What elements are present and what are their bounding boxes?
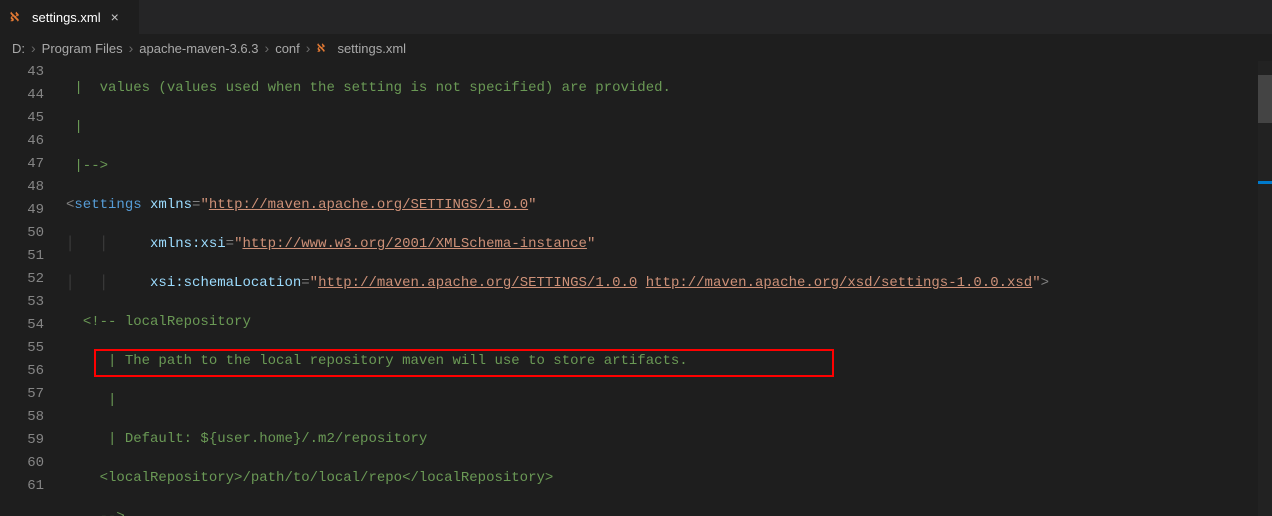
code-area[interactable]: | values (values used when the setting i… xyxy=(66,61,1272,516)
line-number: 56 xyxy=(0,360,44,383)
line-number-gutter: 43444546474849505152535455565758596061 xyxy=(0,61,66,516)
svg-text:ℵ: ℵ xyxy=(317,43,326,55)
line-number: 45 xyxy=(0,107,44,130)
code-text: settings xyxy=(74,197,141,213)
breadcrumb-part[interactable]: settings.xml xyxy=(337,41,406,56)
code-text: http://maven.apache.org/SETTINGS/1.0.0 xyxy=(318,275,637,291)
code-text: http://maven.apache.org/SETTINGS/1.0.0 xyxy=(209,197,528,213)
line-number: 60 xyxy=(0,452,44,475)
chevron-right-icon: › xyxy=(263,40,272,56)
line-number: 57 xyxy=(0,383,44,406)
editor[interactable]: 43444546474849505152535455565758596061 |… xyxy=(0,61,1272,516)
line-number: 51 xyxy=(0,245,44,268)
line-number: 54 xyxy=(0,314,44,337)
line-number: 61 xyxy=(0,475,44,498)
line-number: 58 xyxy=(0,406,44,429)
tab-title: settings.xml xyxy=(32,10,101,25)
line-number: 55 xyxy=(0,337,44,360)
tab-bar: ℵ settings.xml × xyxy=(0,0,1272,35)
code-text: <localRepository>/path/to/local/repo</lo… xyxy=(83,470,553,486)
scrollbar-marker xyxy=(1258,181,1272,184)
scrollbar-thumb[interactable] xyxy=(1258,75,1272,123)
xml-file-icon: ℵ xyxy=(316,41,331,56)
xml-file-icon: ℵ xyxy=(10,9,26,25)
line-number: 49 xyxy=(0,199,44,222)
code-text: | xyxy=(83,392,117,408)
code-text: xmlns xyxy=(150,197,192,213)
code-text: | Default: ${user.home}/.m2/repository xyxy=(83,431,427,447)
breadcrumb: D: › Program Files › apache-maven-3.6.3 … xyxy=(0,35,1272,61)
code-text: http://maven.apache.org/xsd/settings-1.0… xyxy=(646,275,1032,291)
chevron-right-icon: › xyxy=(127,40,136,56)
line-number: 52 xyxy=(0,268,44,291)
line-number: 43 xyxy=(0,61,44,84)
code-text: |--> xyxy=(66,158,108,174)
code-text: http://www.w3.org/2001/XMLSchema-instanc… xyxy=(242,236,586,252)
breadcrumb-part[interactable]: D: xyxy=(12,41,25,56)
breadcrumb-part[interactable]: conf xyxy=(275,41,300,56)
line-number: 48 xyxy=(0,176,44,199)
chevron-right-icon: › xyxy=(29,40,38,56)
close-icon[interactable]: × xyxy=(111,9,119,25)
code-text: | xyxy=(66,119,83,135)
code-text: --> xyxy=(83,509,125,516)
line-number: 46 xyxy=(0,130,44,153)
file-tab[interactable]: ℵ settings.xml × xyxy=(0,0,140,34)
chevron-right-icon: › xyxy=(304,40,313,56)
svg-text:ℵ: ℵ xyxy=(10,10,19,24)
line-number: 50 xyxy=(0,222,44,245)
breadcrumb-part[interactable]: apache-maven-3.6.3 xyxy=(139,41,258,56)
code-text: xsi:schemaLocation xyxy=(150,275,301,291)
line-number: 47 xyxy=(0,153,44,176)
line-number: 59 xyxy=(0,429,44,452)
code-text: | values (values used when the setting i… xyxy=(66,80,671,96)
code-text: xmlns:xsi xyxy=(150,236,226,252)
code-text: | The path to the local repository maven… xyxy=(83,353,688,369)
vertical-scrollbar[interactable] xyxy=(1258,61,1272,516)
code-text: <!-- localRepository xyxy=(83,314,251,330)
line-number: 44 xyxy=(0,84,44,107)
breadcrumb-part[interactable]: Program Files xyxy=(42,41,123,56)
line-number: 53 xyxy=(0,291,44,314)
